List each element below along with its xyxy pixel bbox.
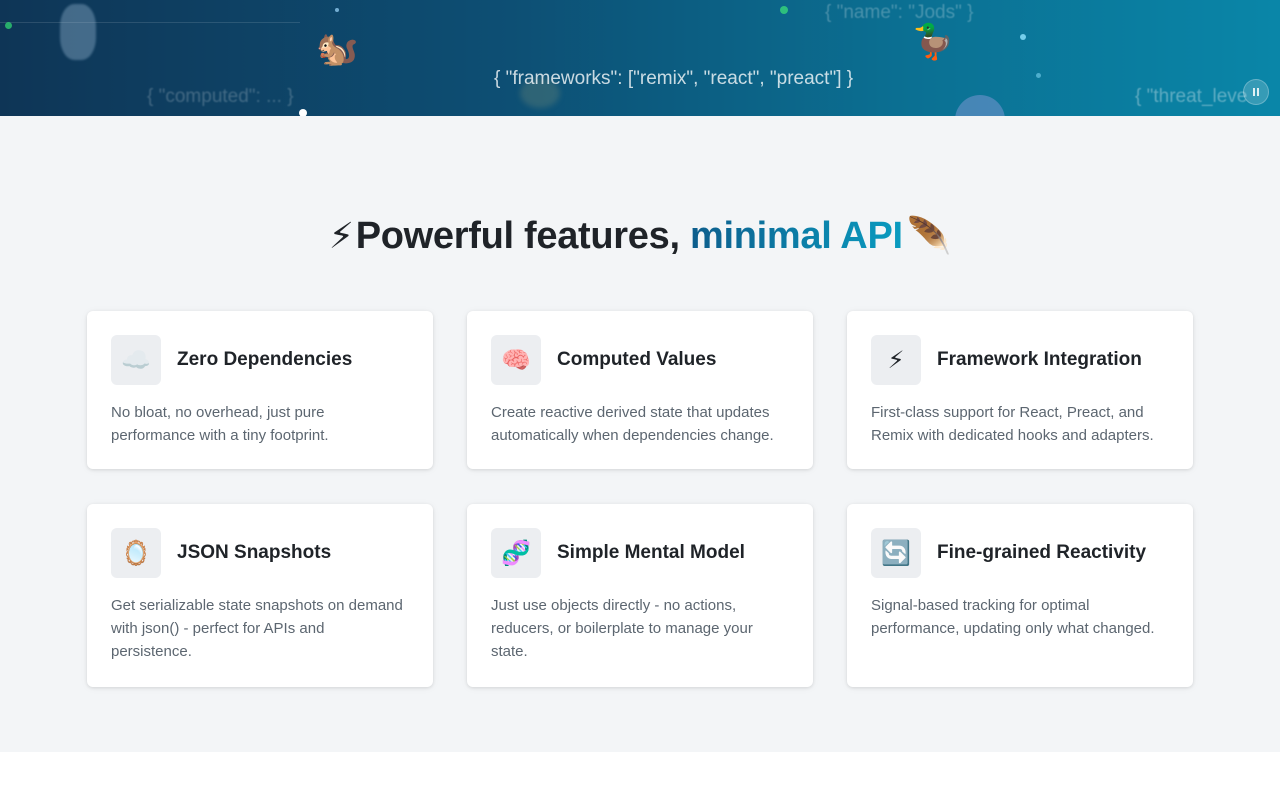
hero-particle	[335, 8, 339, 12]
floating-json-frameworks: { "frameworks": ["remix", "react", "prea…	[494, 68, 854, 89]
floating-json-threat-level: { "threat_leve	[1135, 86, 1248, 107]
features-heading: ⚡Powerful features, minimal API 🪶	[0, 215, 1280, 258]
feature-title: JSON Snapshots	[177, 542, 332, 563]
feature-card-framework-integration: ⚡ Framework Integration First-class supp…	[847, 311, 1193, 469]
feature-card-simple-mental-model: 🧬 Simple Mental Model Just use objects d…	[467, 504, 813, 687]
feature-card-fine-grained-reactivity: 🔄 Fine-grained Reactivity Signal-based t…	[847, 504, 1193, 687]
hero-divider-line	[0, 22, 300, 23]
feature-card-json-snapshots: 🪞 JSON Snapshots Get serializable state …	[87, 504, 433, 687]
feature-description: Signal-based tracking for optimal perfor…	[871, 597, 1155, 637]
dna-icon: 🧬	[491, 528, 541, 578]
pause-animation-button[interactable]	[1243, 79, 1269, 105]
feature-title: Fine-grained Reactivity	[937, 542, 1147, 563]
hero-particle	[1020, 34, 1026, 40]
heading-accent-text: minimal API	[689, 215, 903, 257]
hero-banner: { "name": "Jods" } { "computed": ... } {…	[0, 0, 1280, 116]
lightning-icon: ⚡	[871, 335, 921, 385]
feature-description: Just use objects directly - no actions, …	[491, 597, 753, 660]
feature-description: First-class support for React, Preact, a…	[871, 404, 1154, 444]
features-section: ⚡Powerful features, minimal API 🪶 ☁️ Zero…	[0, 116, 1280, 752]
hero-glow-orb	[60, 4, 96, 60]
feature-title: Framework Integration	[937, 349, 1142, 370]
pause-icon	[1253, 88, 1255, 96]
floating-json-computed: { "computed": ... }	[147, 86, 294, 107]
hero-glow-orb	[955, 95, 1005, 116]
hero-particle	[299, 109, 307, 116]
brain-icon: 🧠	[491, 335, 541, 385]
feather-icon: 🪶	[906, 215, 952, 256]
squirrel-icon: 🐿️	[316, 30, 359, 68]
feature-card-computed-values: 🧠 Computed Values Create reactive derive…	[467, 311, 813, 469]
feature-title: Computed Values	[557, 349, 717, 370]
feature-card-zero-dependencies: ☁️ Zero Dependencies No bloat, no overhe…	[87, 311, 433, 469]
cloud-icon: ☁️	[111, 335, 161, 385]
lightning-icon: ⚡	[328, 215, 354, 256]
duck-icon: 🦆	[912, 23, 955, 61]
refresh-icon: 🔄	[871, 528, 921, 578]
feature-title: Zero Dependencies	[177, 349, 353, 370]
hero-particle	[5, 22, 12, 29]
heading-plain-text: Powerful features,	[355, 215, 690, 257]
page-footer-area	[0, 752, 1280, 801]
pause-icon	[1257, 88, 1259, 96]
mirror-icon: 🪞	[111, 528, 161, 578]
hero-particle	[780, 6, 788, 14]
feature-description: Get serializable state snapshots on dema…	[111, 597, 403, 660]
hero-particle	[1036, 73, 1041, 78]
feature-title: Simple Mental Model	[557, 542, 745, 563]
feature-description: Create reactive derived state that updat…	[491, 404, 774, 444]
floating-json-name: { "name": "Jods" }	[825, 2, 974, 23]
feature-description: No bloat, no overhead, just pure perform…	[111, 404, 329, 444]
